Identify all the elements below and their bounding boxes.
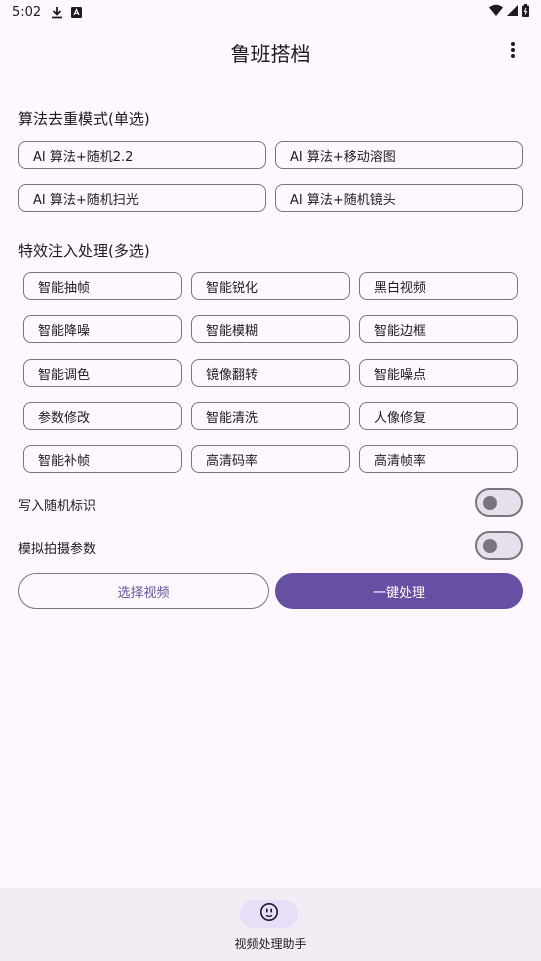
switch-thumb xyxy=(483,539,497,553)
mode-option-random-sweep[interactable]: AI 算法+随机扫光 xyxy=(18,184,266,212)
effects-section-title: 特效注入处理(多选) xyxy=(18,242,150,260)
nav-item-video-assistant[interactable]: 视频处理助手 xyxy=(200,888,341,961)
effect-chip-blur[interactable]: 智能模糊 xyxy=(191,315,350,343)
status-time: 5:02 xyxy=(12,4,42,20)
battery-icon xyxy=(522,3,529,21)
wifi-icon xyxy=(489,4,503,20)
notification-app-icon xyxy=(71,6,83,18)
download-icon xyxy=(51,6,63,19)
bottom-navigation: 视频处理助手 xyxy=(0,888,541,961)
signal-icon xyxy=(507,4,518,20)
effect-chip-hd-framerate[interactable]: 高清帧率 xyxy=(359,445,518,473)
effect-chip-portrait-repair[interactable]: 人像修复 xyxy=(359,402,518,430)
select-video-button[interactable]: 选择视频 xyxy=(18,573,269,609)
app-bar: 鲁班搭档 xyxy=(0,24,541,80)
effect-chip-black-white[interactable]: 黑白视频 xyxy=(359,272,518,300)
face-icon xyxy=(259,902,279,926)
effect-chip-mirror-flip[interactable]: 镜像翻转 xyxy=(191,359,350,387)
mode-section-title: 算法去重模式(单选) xyxy=(18,110,150,128)
effect-chip-hd-bitrate[interactable]: 高清码率 xyxy=(191,445,350,473)
effect-chip-denoise[interactable]: 智能降噪 xyxy=(23,315,182,343)
effect-chip-param-modify[interactable]: 参数修改 xyxy=(23,402,182,430)
random-marker-label: 写入随机标识 xyxy=(18,499,97,514)
mode-option-random[interactable]: AI 算法+随机2.2 xyxy=(18,141,266,169)
mode-option-random-lens[interactable]: AI 算法+随机镜头 xyxy=(275,184,523,212)
effect-chip-clean[interactable]: 智能清洗 xyxy=(191,402,350,430)
random-marker-switch[interactable] xyxy=(475,488,523,517)
effect-chip-noise[interactable]: 智能噪点 xyxy=(359,359,518,387)
simulate-shoot-switch[interactable] xyxy=(475,531,523,560)
status-bar: 5:02 xyxy=(0,0,541,24)
nav-item-label: 视频处理助手 xyxy=(234,937,307,951)
simulate-shoot-label: 模拟拍摄参数 xyxy=(18,542,97,557)
effect-chip-sharpen[interactable]: 智能锐化 xyxy=(191,272,350,300)
effect-chip-frame-interpolate[interactable]: 智能补帧 xyxy=(23,445,182,473)
switch-thumb xyxy=(483,496,497,510)
mode-option-move-blend[interactable]: AI 算法+移动溶图 xyxy=(275,141,523,169)
process-button[interactable]: 一键处理 xyxy=(275,573,523,609)
effect-chip-frame-extract[interactable]: 智能抽帧 xyxy=(23,272,182,300)
nav-active-indicator xyxy=(240,900,298,928)
app-title: 鲁班搭档 xyxy=(230,41,311,66)
effect-chip-border[interactable]: 智能边框 xyxy=(359,315,518,343)
more-options-button[interactable] xyxy=(499,38,527,66)
more-vert-icon xyxy=(510,41,516,63)
effect-chip-color-grade[interactable]: 智能调色 xyxy=(23,359,182,387)
